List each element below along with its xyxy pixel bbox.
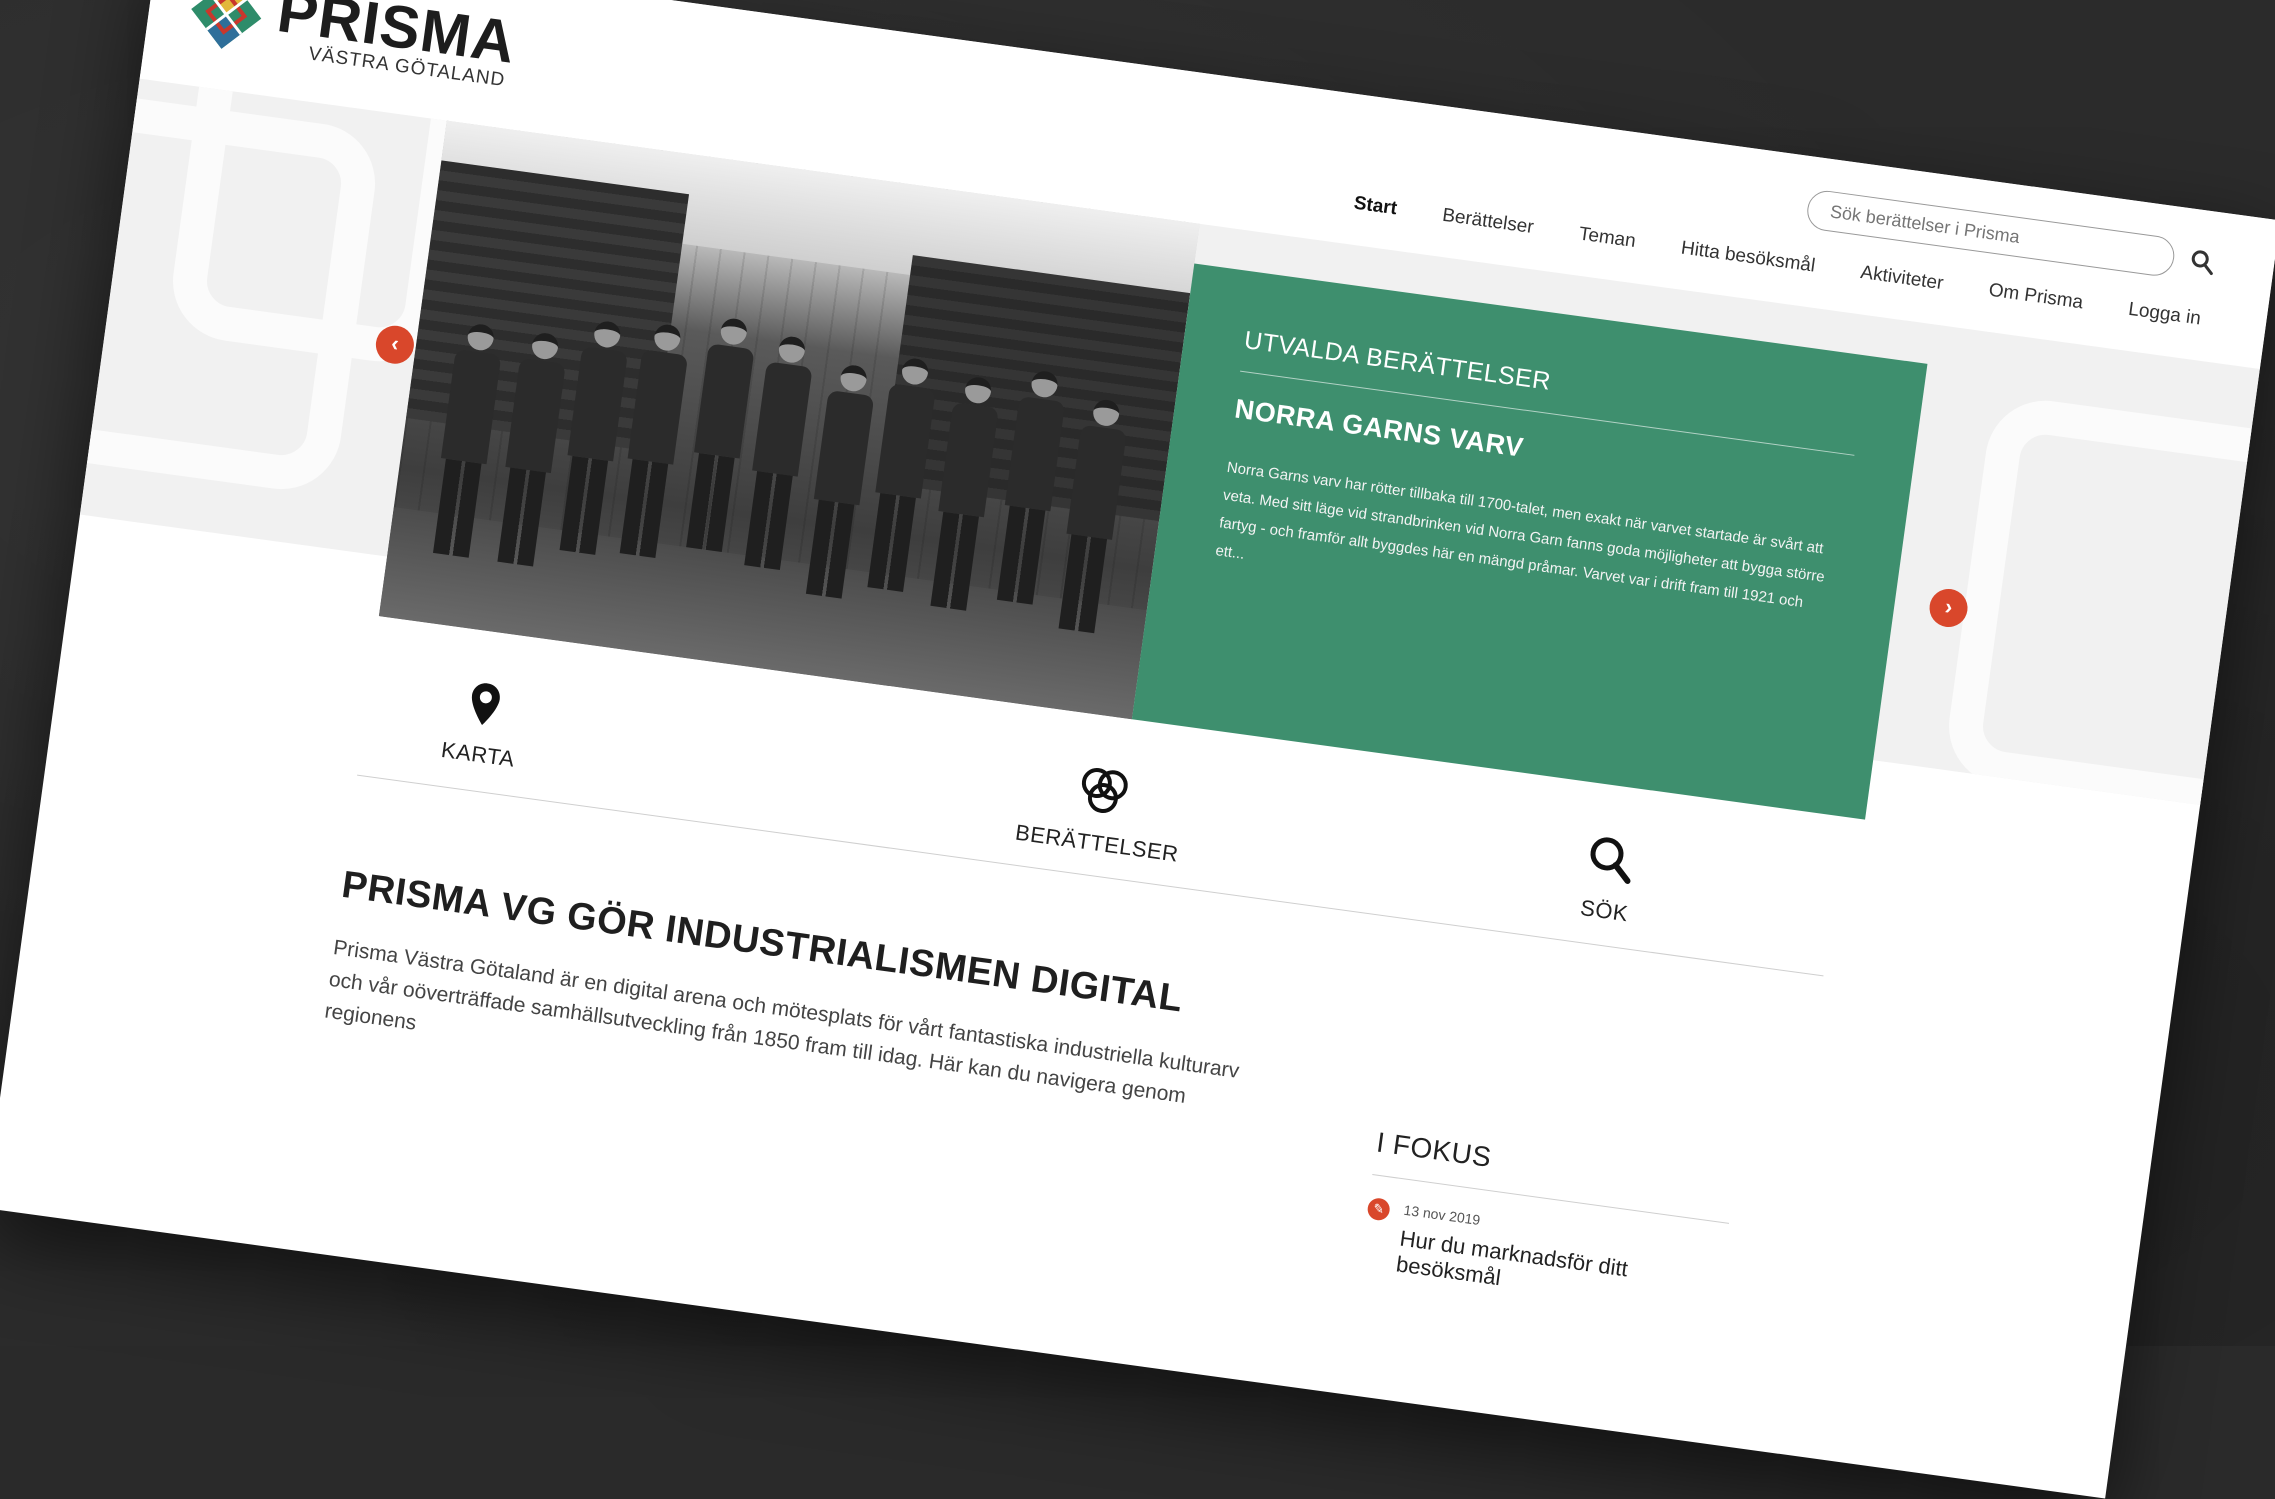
map-pin-icon [464, 683, 500, 733]
quick-link-map-label: KARTA [439, 736, 517, 772]
quick-link-stories[interactable]: BERÄTTELSER [1014, 755, 1189, 867]
quick-link-stories-label: BERÄTTELSER [1013, 819, 1181, 867]
quick-link-map[interactable]: KARTA [440, 676, 525, 772]
site-logo[interactable]: PRISMA VÄSTRA GÖTALAND [184, 0, 520, 93]
nav-item-teman[interactable]: Teman [1577, 223, 1637, 253]
nav-item-start[interactable]: Start [1352, 193, 1399, 221]
nav-item-logga-in[interactable]: Logga in [2127, 299, 2202, 331]
nav-item-berattelser[interactable]: Berättelser [1441, 205, 1535, 239]
nav-item-aktiviteter[interactable]: Aktiviteter [1859, 262, 1945, 295]
nav-item-hitta-besoksmal[interactable]: Hitta besöksmål [1680, 237, 1817, 277]
hero-image [378, 120, 1200, 720]
featured-story-card[interactable]: UTVALDA BERÄTTELSER NORRA GARNS VARV Nor… [1131, 263, 1928, 820]
prisma-logo-icon [185, 0, 268, 55]
quick-link-search[interactable]: SÖK [1579, 833, 1639, 928]
search-icon [1584, 837, 1634, 890]
quick-link-search-label: SÖK [1578, 894, 1630, 927]
focus-section: I FOKUS ✎ 13 nov 2019 Hur du marknadsför… [1359, 1126, 1736, 1320]
rings-icon [1072, 768, 1130, 823]
pencil-icon: ✎ [1366, 1196, 1392, 1222]
nav-item-om-prisma[interactable]: Om Prisma [1987, 280, 2084, 315]
focus-title: I FOKUS [1374, 1126, 1494, 1173]
search-icon[interactable] [2188, 248, 2217, 277]
